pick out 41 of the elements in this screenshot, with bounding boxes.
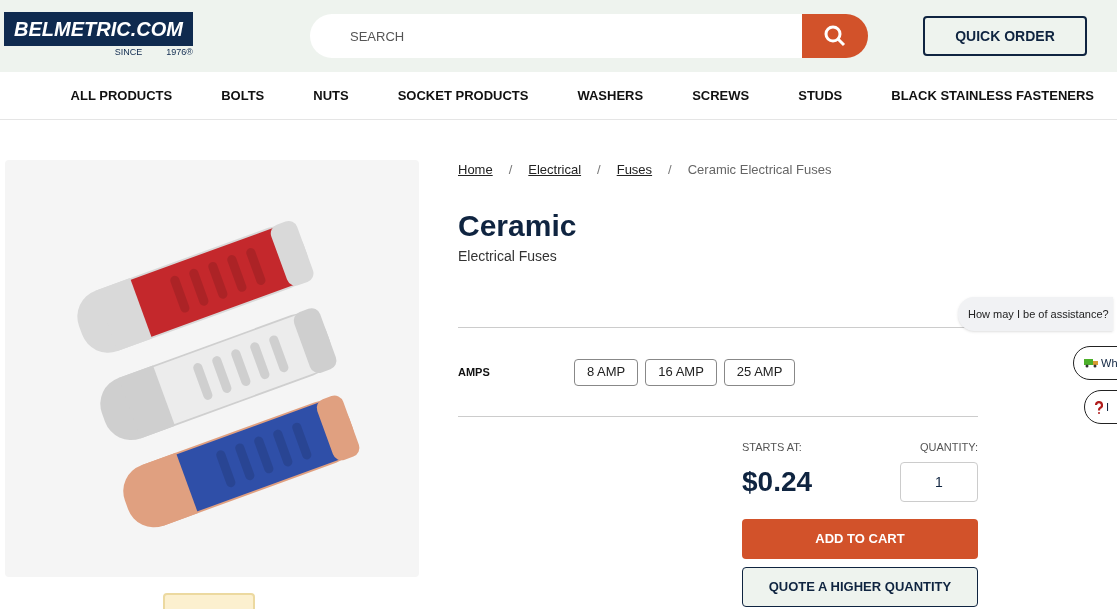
chat-chip[interactable]: Wh xyxy=(1073,346,1117,380)
breadcrumb-link[interactable]: Electrical xyxy=(528,160,582,180)
nav-link[interactable]: SOCKET PRODUCTS xyxy=(397,85,529,106)
nav-link[interactable]: STUDS xyxy=(798,85,843,106)
quote-button[interactable]: QUOTE A HIGHER QUANTITY xyxy=(742,566,978,607)
nav-link[interactable]: BOLTS xyxy=(221,85,265,106)
breadcrumb-link[interactable]: Fuses xyxy=(616,160,653,180)
breadcrumb-link[interactable]: Home xyxy=(458,160,493,180)
nav-link[interactable]: SCREWS xyxy=(692,85,750,106)
logo-since: SINCE xyxy=(114,46,143,60)
add-to-cart-button[interactable]: ADD TO CART xyxy=(742,518,978,559)
quantity-field[interactable]: 1 xyxy=(900,461,978,502)
chat-chip[interactable]: I xyxy=(1084,390,1117,424)
breadcrumb-separator: / xyxy=(508,161,513,180)
quick-order-button[interactable]: QUICK ORDER xyxy=(923,16,1087,56)
logo-year: 1976® xyxy=(166,46,193,60)
logo-name: BELMETRIC.COM xyxy=(4,12,193,47)
nav-link[interactable]: WASHERS xyxy=(577,85,644,106)
nav-link[interactable]: ALL PRODUCTS xyxy=(70,85,173,106)
product-subtitle: Electrical Fuses xyxy=(458,247,558,266)
product-title: Ceramic xyxy=(458,208,578,244)
search-field[interactable]: SEARCH xyxy=(310,14,802,58)
breadcrumb-separator: / xyxy=(597,161,601,180)
quantity-label: QUANTITY: xyxy=(919,440,978,455)
amp-option[interactable]: 8 AMP xyxy=(574,358,639,386)
search-icon xyxy=(823,24,847,48)
nav-link[interactable]: BLACK STAINLESS FASTENERS xyxy=(891,85,1094,106)
option-label: AMPS xyxy=(458,364,491,380)
nav-link[interactable]: NUTS xyxy=(313,85,349,106)
chip-label: Wh xyxy=(1101,355,1117,371)
price-label: STARTS AT: xyxy=(742,440,802,455)
amp-option[interactable]: 25 AMP xyxy=(723,358,796,386)
breadcrumb-separator: / xyxy=(668,161,672,180)
amp-option[interactable]: 16 AMP xyxy=(645,358,717,386)
chat-bubble: How may I be of assistance? xyxy=(958,297,1113,331)
question-icon xyxy=(1095,400,1103,414)
price: $0.24 xyxy=(742,464,813,499)
breadcrumb-current: Ceramic Electrical Fuses xyxy=(687,161,832,180)
truck-icon xyxy=(1084,358,1098,368)
search-button[interactable] xyxy=(802,14,868,58)
chip-label: I xyxy=(1106,399,1110,415)
